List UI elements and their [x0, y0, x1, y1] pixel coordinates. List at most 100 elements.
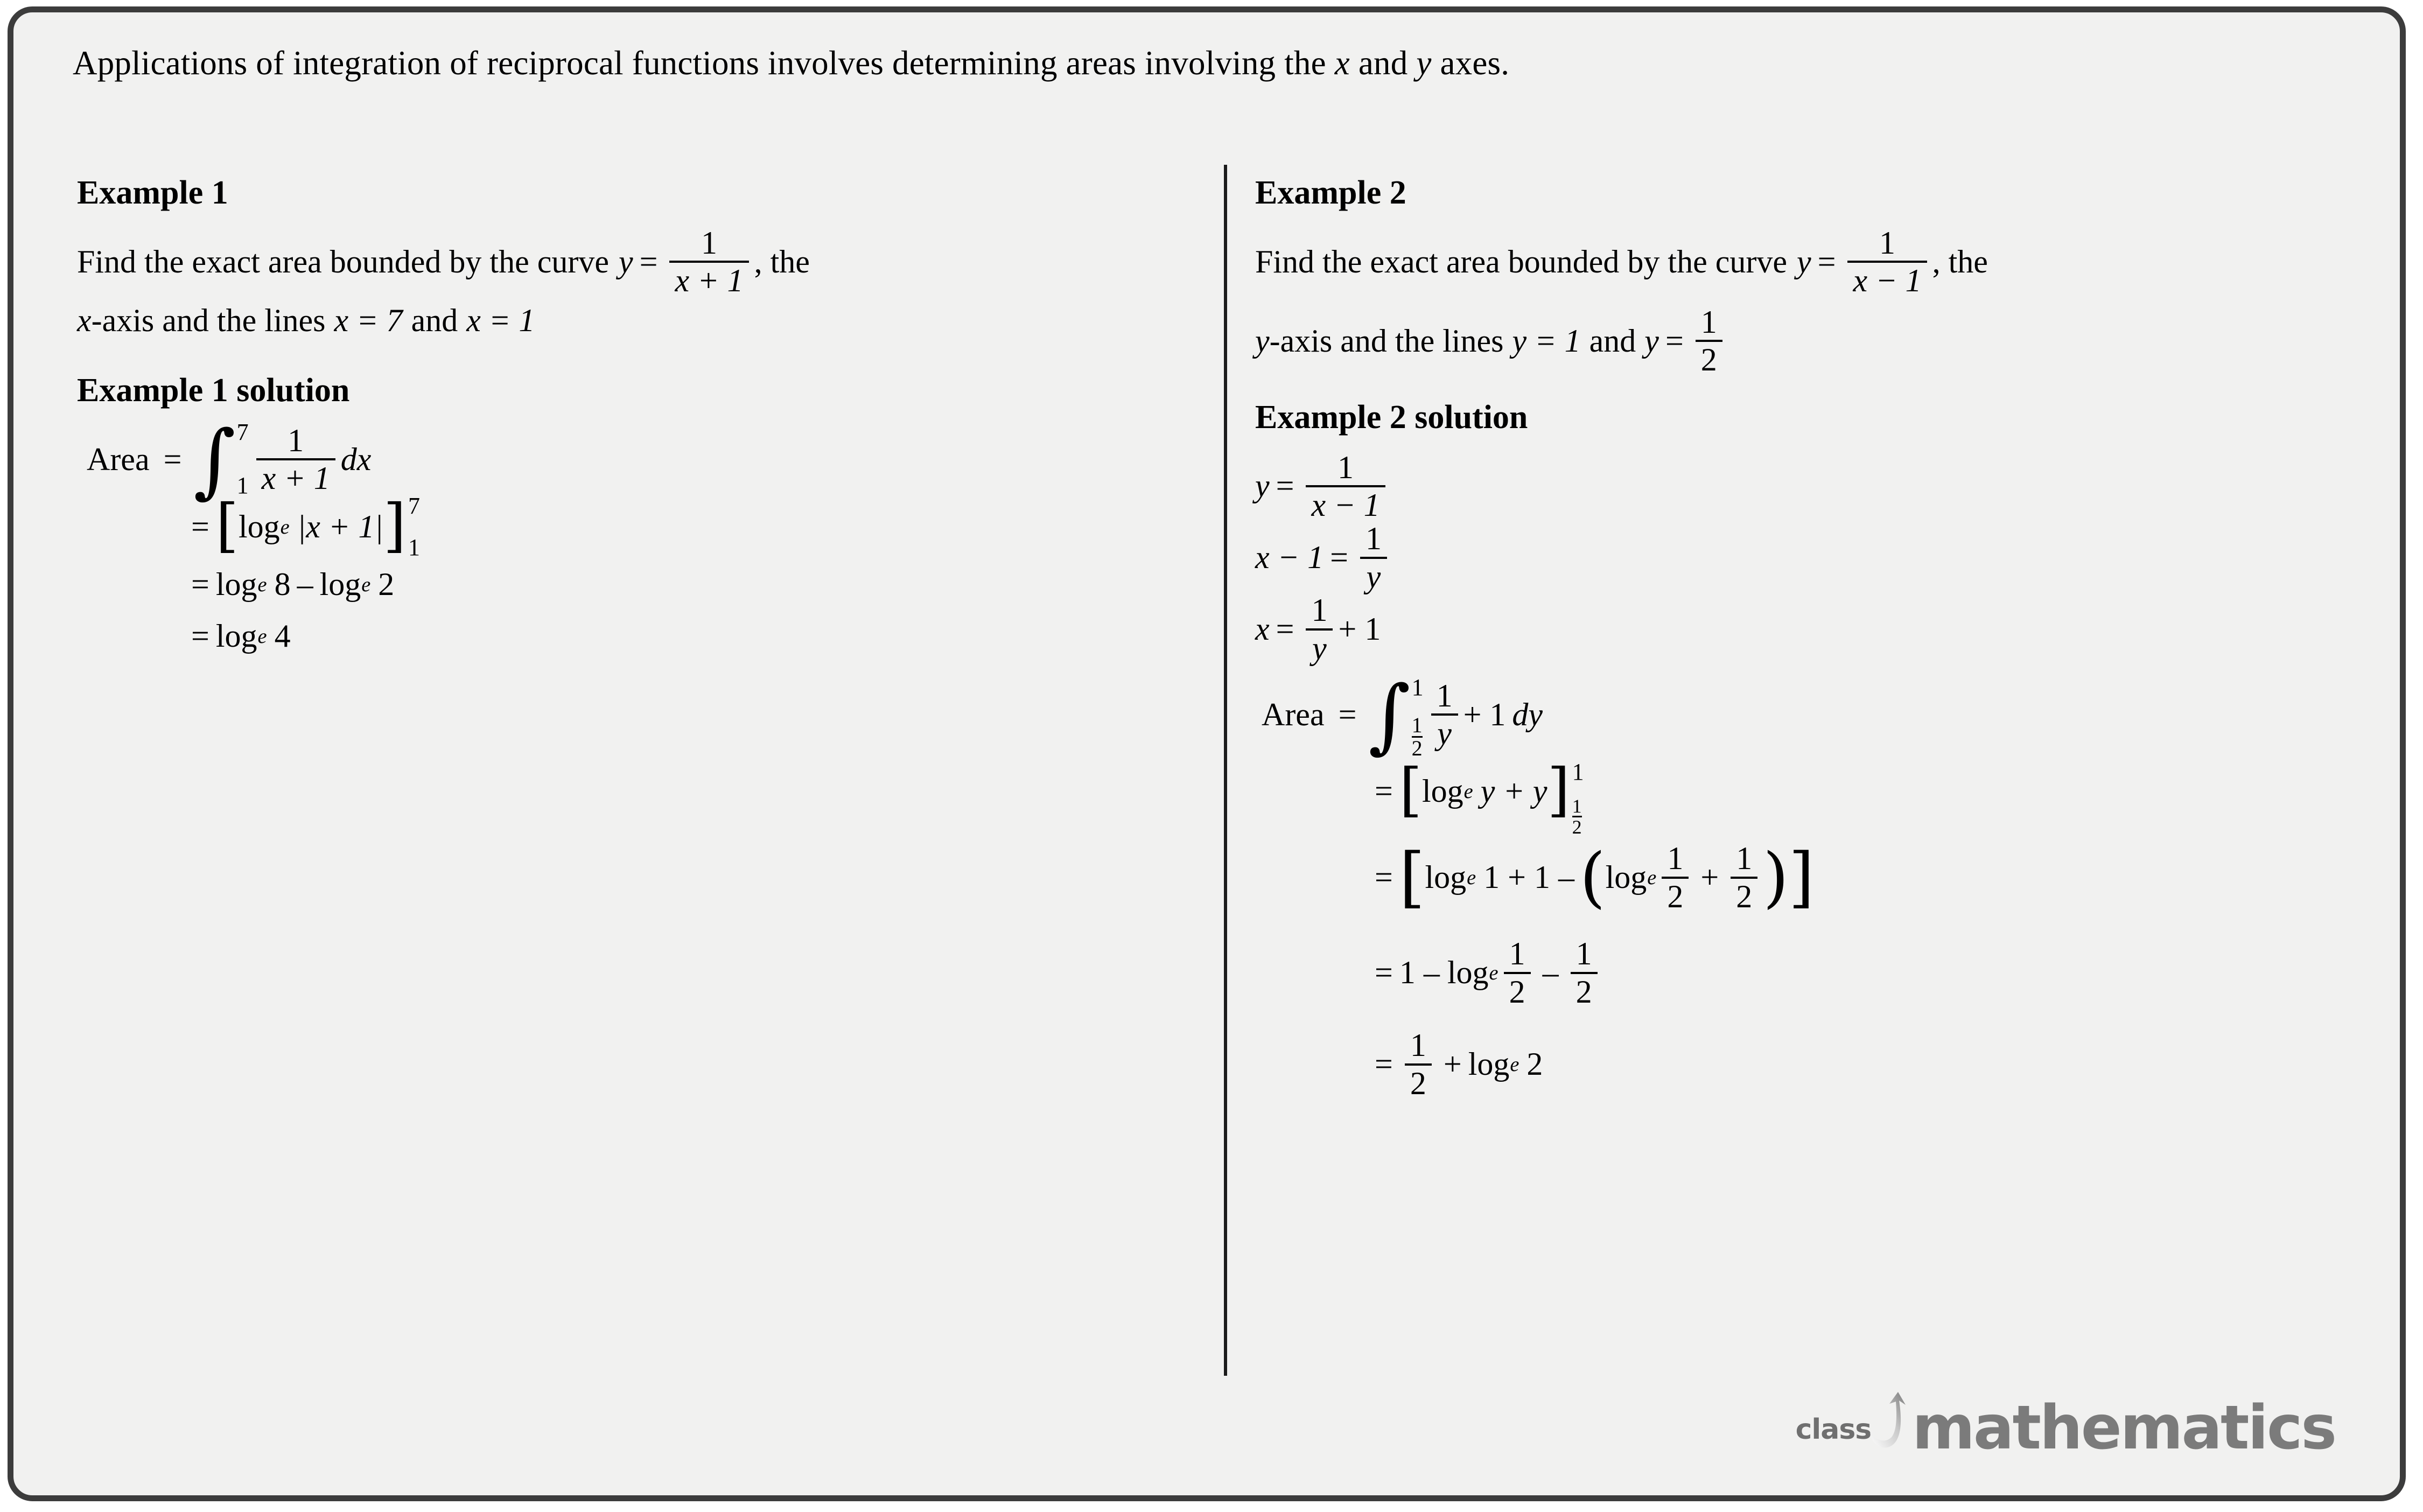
q1-text-part2: -axis and the lines [91, 302, 326, 338]
example-2-area-step: Area = ∫ 1 1 2 1 y + 1 dy [1255, 674, 2359, 759]
e2-integrand-den: y [1437, 716, 1452, 752]
q1-comma-the: , the [754, 243, 810, 279]
e2-differential: dy [1512, 696, 1543, 732]
e2-s5-fraction: 1 2 [1404, 1027, 1432, 1101]
example-1-solution-heading: Example 1 solution [77, 372, 350, 409]
e2-s5-equals: = [1375, 1046, 1393, 1082]
logo-mathematics-word: mathematics [1912, 1393, 2337, 1464]
e1-minus: – [297, 566, 313, 603]
e1-integral: ∫ 7 1 [193, 413, 249, 507]
e1-log-b: log [319, 566, 361, 603]
q2-comma-the: , the [1932, 243, 1988, 279]
example-2-solution-heading: Example 2 solution [1255, 398, 1528, 436]
e2-s4-lead: 1 – [1399, 955, 1440, 991]
q2-frac-denominator: x − 1 [1853, 263, 1922, 299]
q2-y2-num: 1 [1700, 304, 1717, 340]
e2-s4-log-base: e [1489, 961, 1498, 984]
e2-s2-lower-fraction: 1 2 [1572, 796, 1582, 837]
e2-l3-fraction: 1 y [1306, 593, 1333, 665]
example-2-step-3: x = 1 y + 1 [1255, 593, 2359, 665]
q1-line-x1: x = 7 [334, 302, 403, 338]
e1-eval-upper: 7 [408, 492, 420, 519]
example-1-step-1: Area = ∫ 7 1 1 x + 1 dx [77, 413, 1192, 507]
e2-l3-num: 1 [1311, 592, 1328, 628]
e2-integral: ∫ 1 1 2 [1368, 674, 1424, 759]
e1-integrand-num: 1 [288, 422, 304, 458]
intro-text-a: Applications of integration of reciproca… [73, 44, 1335, 82]
example-1-question-line-2: x -axis and the lines x = 7 and x = 1 [77, 298, 1192, 344]
example-2-step-6: = [ log e 1 + 1 – ( log e 1 2 + 1 2 )] [1255, 835, 2359, 921]
e1-log: log [238, 509, 280, 545]
e2-l1-fraction: 1 x − 1 [1306, 449, 1385, 523]
e1-bracket-open: [ [215, 492, 239, 559]
intro-text-b: and [1349, 44, 1417, 82]
column-divider [1224, 165, 1227, 1376]
e2-l1-equals: = [1276, 468, 1294, 504]
intro-statement: Applications of integration of reciproca… [73, 44, 1509, 83]
q1-line-x2: x = 1 [466, 302, 535, 338]
example-1-column: Example 1 Find the exact area bounded by… [77, 174, 1192, 662]
e2-s4-minus: – [1542, 955, 1559, 991]
q2-axis-var: y [1255, 323, 1270, 359]
e2-s2-bracket-close: ] [1547, 756, 1570, 824]
e2-l2-den: y [1366, 558, 1381, 594]
intro-var-x: x [1334, 44, 1350, 82]
intro-var-y: y [1416, 44, 1432, 82]
e1-integral-upper: 7 [236, 419, 249, 446]
q2-text-part2: -axis and the lines [1269, 323, 1504, 359]
e2-integrand-tail: + 1 [1463, 696, 1506, 732]
example-1-heading: Example 1 [77, 174, 228, 211]
e2-s3-log2: log [1605, 859, 1647, 895]
e2-s2-lower: 1 2 [1572, 791, 1584, 837]
e2-s3-f2-num: 1 [1736, 841, 1753, 877]
e2-s5-num: 1 [1410, 1027, 1426, 1063]
e2-s3-bracket-group: [ log e 1 + 1 – ( log e 1 2 + 1 2 ) ] [1399, 842, 1815, 913]
example-1-question-line-1: Find the exact area bounded by the curve… [77, 226, 1181, 298]
class-mathematics-logo: class mathematics [1796, 1392, 2337, 1464]
integral-sign-icon: ∫ [193, 413, 236, 507]
example-1-step-4: = log e 4 [77, 611, 1192, 662]
e2-s3-f2-den: 2 [1736, 878, 1753, 914]
e2-l1-num: 1 [1337, 449, 1354, 485]
e2-s5-den: 2 [1410, 1065, 1426, 1101]
e2-s4-log: log [1447, 955, 1489, 991]
e2-integral-lower-fraction: 1 2 [1411, 715, 1423, 759]
e2-s5-log-base: e [1510, 1053, 1519, 1076]
e2-s3-bracket-open: [ [1399, 838, 1425, 915]
e1-final-log-base: e [257, 625, 267, 648]
e2-s2-lo-den: 2 [1572, 816, 1582, 838]
e1-integrand-fraction: 1 x + 1 [256, 424, 335, 495]
worksheet-page: Applications of integration of reciproca… [8, 6, 2406, 1501]
e2-s4-f1-den: 2 [1509, 974, 1525, 1010]
e2-s5-arg: 2 [1526, 1046, 1543, 1082]
q2-var-y: y [1796, 243, 1811, 279]
e2-area-label: Area [1262, 696, 1325, 732]
q1-frac-numerator: 1 [701, 225, 717, 261]
e2-s4-equals: = [1375, 955, 1393, 991]
e1-final-answer: 4 [274, 618, 291, 654]
e2-integral-lower: 1 2 [1411, 711, 1424, 759]
e2-s2-log-base: e [1463, 780, 1473, 803]
e2-integral-limits: 1 1 2 [1411, 674, 1424, 759]
q2-and: and [1589, 323, 1636, 359]
example-2-step-5: = [ log e y + y ] 1 1 2 [1255, 756, 2359, 837]
intro-text-c: axes. [1431, 44, 1510, 82]
e2-l2-lhs: x − 1 [1255, 540, 1324, 576]
e1-eval-lower: 1 [408, 534, 420, 561]
q2-line-y2-equals: = [1665, 323, 1684, 359]
e2-s2-log: log [1421, 773, 1463, 809]
q2-frac-numerator: 1 [1879, 225, 1895, 261]
e1-log-a-arg: 8 [274, 566, 291, 603]
e2-s2-equals: = [1375, 773, 1393, 809]
e2-s4-f1-num: 1 [1509, 936, 1525, 972]
q1-axis-var: x [77, 302, 92, 338]
e1-integrand-den: x + 1 [261, 460, 330, 496]
e2-s5-log: log [1468, 1046, 1510, 1082]
q1-text-part1: Find the exact area bounded by the curve [77, 243, 609, 279]
q1-frac-denominator: x + 1 [675, 263, 744, 299]
e1-area-label: Area [87, 441, 150, 477]
e1-log-base: e [280, 515, 290, 538]
e1-integral-limits: 7 1 [237, 419, 249, 499]
example-1-step-3: = log e 8 – log e 2 [77, 559, 1192, 611]
e2-l1-den: x − 1 [1311, 487, 1380, 523]
